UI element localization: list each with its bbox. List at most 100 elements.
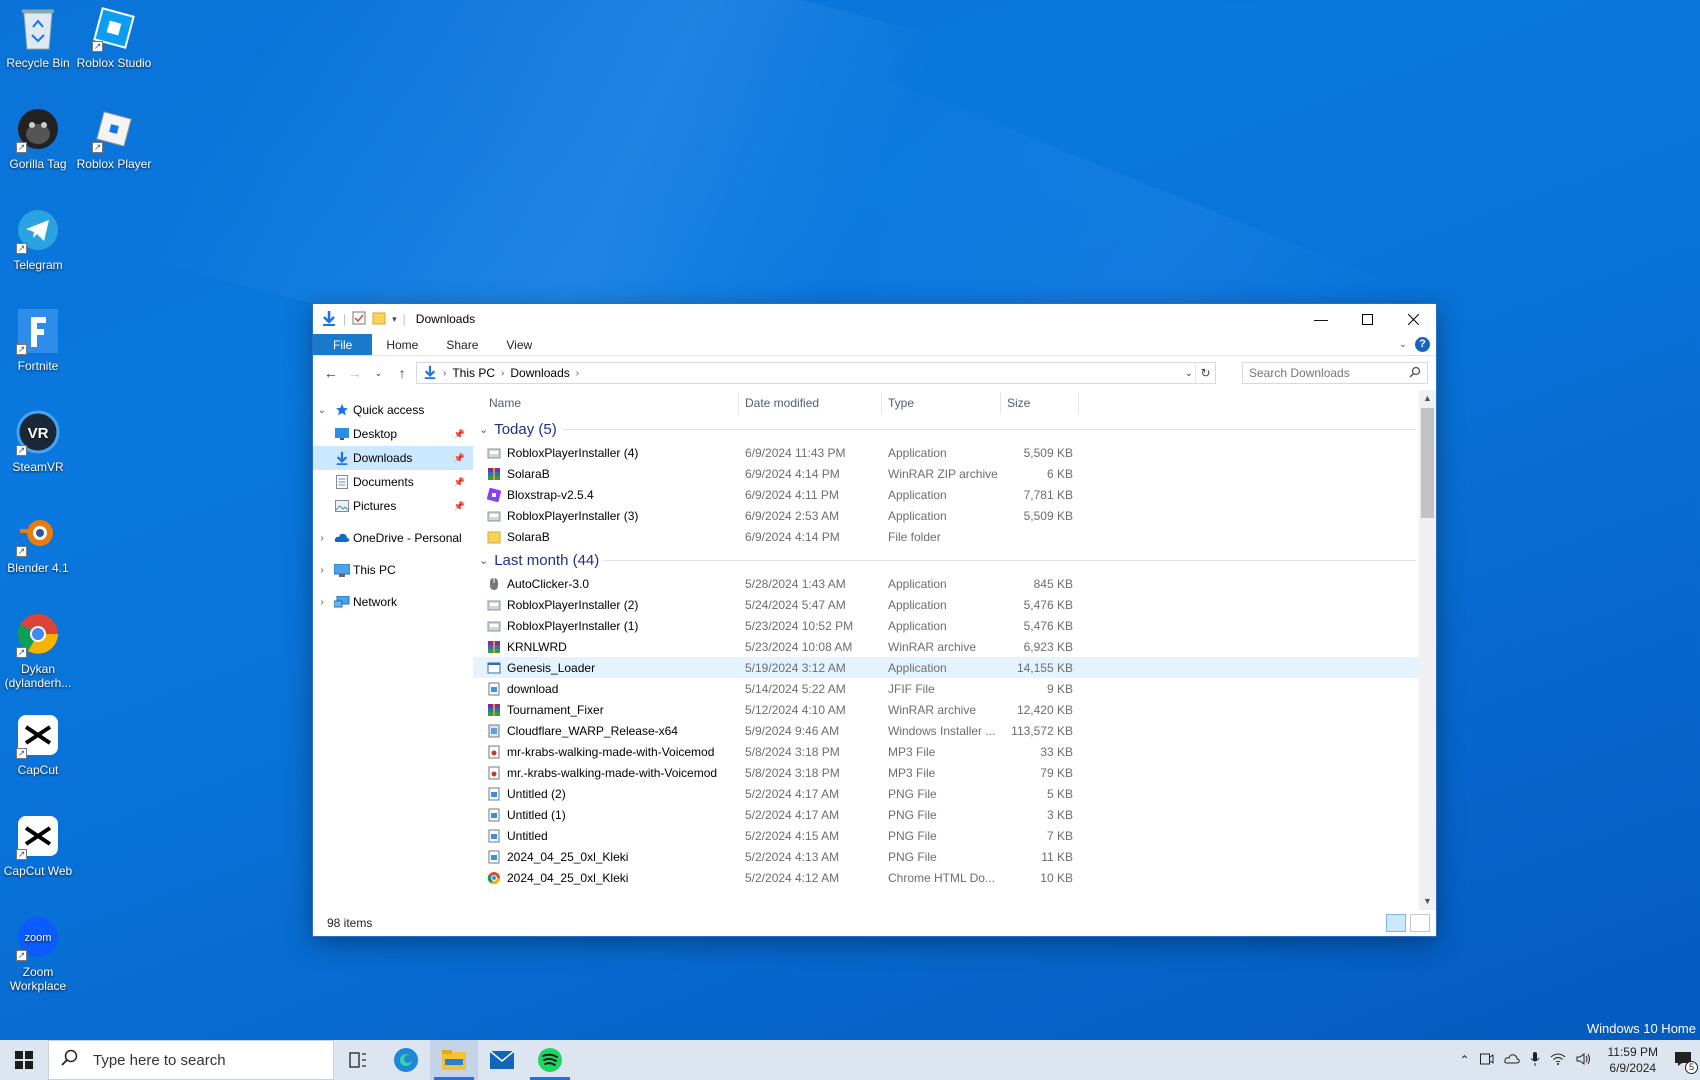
file-type: Application <box>888 487 947 502</box>
desktop-icon-fortnite[interactable]: ↗ Fortnite <box>0 307 76 373</box>
file-row[interactable]: mr.-krabs-walking-made-with-Voicemod 5/8/… <box>473 762 1436 783</box>
wifi-icon[interactable] <box>1550 1053 1566 1068</box>
scroll-down-arrow[interactable]: ▼ <box>1419 893 1436 910</box>
file-row[interactable]: RobloxPlayerInstaller (2) 5/24/2024 5:47 … <box>473 594 1436 615</box>
desktop-icon-recycle-bin[interactable]: Recycle Bin <box>0 4 76 70</box>
volume-icon[interactable] <box>1576 1052 1592 1068</box>
clock[interactable]: 11:59 PM 6/9/2024 <box>1602 1044 1664 1076</box>
capcut-web-icon: ↗ <box>14 812 62 860</box>
tab-view[interactable]: View <box>492 334 546 355</box>
chevron-down-icon[interactable]: ⌄ <box>313 405 331 416</box>
file-row[interactable]: RobloxPlayerInstaller (1) 5/23/2024 10:52… <box>473 615 1436 636</box>
nav-network[interactable]: › Network <box>313 590 473 614</box>
desktop-icon-zoom[interactable]: zoom ↗ Zoom Workplace <box>0 913 76 993</box>
file-row[interactable]: Genesis_Loader 5/19/2024 3:12 AM Applicati… <box>473 657 1436 678</box>
chevron-right-icon[interactable]: › <box>313 565 331 576</box>
chevron-right-icon[interactable]: › <box>313 597 331 608</box>
file-row[interactable]: SolaraB 6/9/2024 4:14 PM WinRAR ZIP archiv… <box>473 463 1436 484</box>
expand-ribbon-icon[interactable]: ⌄ <box>1399 339 1407 350</box>
forward-button[interactable]: → <box>345 361 365 385</box>
desktop-icon-roblox-player[interactable]: ↗ Roblox Player <box>76 105 152 171</box>
breadcrumb-downloads[interactable]: Downloads <box>510 366 569 380</box>
file-row[interactable]: Tournament_Fixer 5/12/2024 4:10 AM WinRAR … <box>473 699 1436 720</box>
taskbar-search-box[interactable]: Type here to search <box>48 1040 334 1080</box>
microphone-icon[interactable] <box>1530 1051 1540 1069</box>
tab-file[interactable]: File <box>313 334 373 355</box>
file-row[interactable]: Untitled (2) 5/2/2024 4:17 AM PNG File 5 KB <box>473 783 1436 804</box>
file-row[interactable]: RobloxPlayerInstaller (4) 6/9/2024 11:43 … <box>473 442 1436 463</box>
nav-onedrive[interactable]: › OneDrive - Personal <box>313 526 473 550</box>
minimize-button[interactable]: — <box>1298 304 1344 334</box>
nav-this-pc[interactable]: › This PC <box>313 558 473 582</box>
up-button[interactable]: ↑ <box>392 361 412 385</box>
column-name[interactable]: Name <box>473 392 739 414</box>
nav-pictures[interactable]: Pictures 📌 <box>313 494 473 518</box>
large-icons-view-button[interactable] <box>1410 914 1430 932</box>
column-type[interactable]: Type <box>882 392 1001 414</box>
column-date-modified[interactable]: Date modified <box>739 392 882 414</box>
nav-documents[interactable]: Documents 📌 <box>313 470 473 494</box>
notification-center-button[interactable]: 5 <box>1674 1051 1698 1074</box>
desktop-icon-capcut-web[interactable]: ↗ CapCut Web <box>0 812 76 878</box>
group-header[interactable]: ⌄ Last month (44) <box>473 547 1436 573</box>
nav-desktop[interactable]: Desktop 📌 <box>313 422 473 446</box>
refresh-button[interactable]: ↻ <box>1195 363 1215 383</box>
task-view-button[interactable] <box>334 1040 382 1080</box>
mail-taskbar-button[interactable] <box>478 1040 526 1080</box>
file-explorer-taskbar-button[interactable] <box>430 1040 478 1080</box>
audio-file-icon <box>487 766 501 780</box>
maximize-button[interactable] <box>1344 304 1390 334</box>
file-row[interactable]: AutoClicker-3.0 5/28/2024 1:43 AM Applicat… <box>473 573 1436 594</box>
properties-icon[interactable] <box>352 311 366 328</box>
edge-taskbar-button[interactable] <box>382 1040 430 1080</box>
file-row[interactable]: Cloudflare_WARP_Release-x64 5/9/2024 9:46… <box>473 720 1436 741</box>
desktop-icon-capcut[interactable]: ↗ CapCut <box>0 711 76 777</box>
file-row[interactable]: Untitled 5/2/2024 4:15 AM PNG File 7 KB <box>473 825 1436 846</box>
desktop-icon-telegram[interactable]: ↗ Telegram <box>0 206 76 272</box>
file-row[interactable]: SolaraB 6/9/2024 4:14 PM File folder <box>473 526 1436 547</box>
desktop-icon-blender[interactable]: ↗ Blender 4.1 <box>0 509 76 575</box>
chevron-down-icon[interactable]: ⌄ <box>479 554 488 567</box>
address-bar[interactable]: › This PC › Downloads › ⌄ ↻ <box>416 362 1216 384</box>
start-button[interactable] <box>0 1040 48 1080</box>
file-row[interactable]: download 5/14/2024 5:22 AM JFIF File 9 KB <box>473 678 1436 699</box>
file-row[interactable]: 2024_04_25_0xl_Kleki 5/2/2024 4:12 AM Chro… <box>473 867 1436 888</box>
nav-downloads[interactable]: Downloads 📌 <box>313 446 473 470</box>
nav-quick-access[interactable]: ⌄ Quick access <box>313 398 473 422</box>
tab-home[interactable]: Home <box>372 334 432 355</box>
desktop-icon-chrome-profile[interactable]: ↗ Dykan (dylanderh... <box>0 610 76 690</box>
file-row[interactable]: Untitled (1) 5/2/2024 4:17 AM PNG File 3 KB <box>473 804 1436 825</box>
desktop-icon-roblox-studio[interactable]: ↗ Roblox Studio <box>76 4 152 70</box>
address-dropdown-icon[interactable]: ⌄ <box>1185 368 1193 379</box>
chevron-right-icon[interactable]: › <box>313 533 331 544</box>
recent-locations-button[interactable]: ⌄ <box>369 361 389 385</box>
help-icon[interactable]: ? <box>1415 337 1430 352</box>
chevron-down-icon[interactable]: ⌄ <box>479 423 488 436</box>
scrollbar-thumb[interactable] <box>1421 408 1434 518</box>
desktop-icon-steamvr[interactable]: VR ↗ SteamVR <box>0 408 76 474</box>
spotify-taskbar-button[interactable] <box>526 1040 574 1080</box>
details-view-button[interactable] <box>1386 914 1406 932</box>
search-input[interactable] <box>1249 366 1409 380</box>
scroll-up-arrow[interactable]: ▲ <box>1419 390 1436 407</box>
new-folder-icon[interactable] <box>372 311 386 328</box>
column-size[interactable]: Size <box>1001 392 1079 414</box>
customize-toolbar-icon[interactable]: ▾ <box>392 314 397 325</box>
title-bar[interactable]: | ▾ | Downloads — <box>313 304 1436 334</box>
meet-now-icon[interactable] <box>1479 1053 1494 1068</box>
file-row[interactable]: Bloxstrap-v2.5.4 6/9/2024 4:11 PM Applicat… <box>473 484 1436 505</box>
file-row[interactable]: RobloxPlayerInstaller (3) 6/9/2024 2:53 A… <box>473 505 1436 526</box>
file-row[interactable]: 2024_04_25_0xl_Kleki 5/2/2024 4:13 AM PNG … <box>473 846 1436 867</box>
onedrive-tray-icon[interactable] <box>1503 1053 1520 1067</box>
file-row[interactable]: mr-krabs-walking-made-with-Voicemod 5/8/2… <box>473 741 1436 762</box>
back-button[interactable]: ← <box>321 361 341 385</box>
desktop-icon-gorilla-tag[interactable]: ↗ Gorilla Tag <box>0 105 76 171</box>
show-hidden-icons-icon[interactable]: ⌃ <box>1459 1053 1469 1067</box>
search-box[interactable] <box>1242 362 1428 384</box>
vertical-scrollbar[interactable]: ▲ ▼ <box>1419 390 1436 910</box>
file-row[interactable]: KRNLWRD 5/23/2024 10:08 AM WinRAR archive 6… <box>473 636 1436 657</box>
group-header[interactable]: ⌄ Today (5) <box>473 416 1436 442</box>
close-button[interactable] <box>1390 304 1436 334</box>
breadcrumb-this-pc[interactable]: This PC <box>452 366 495 380</box>
tab-share[interactable]: Share <box>432 334 492 355</box>
